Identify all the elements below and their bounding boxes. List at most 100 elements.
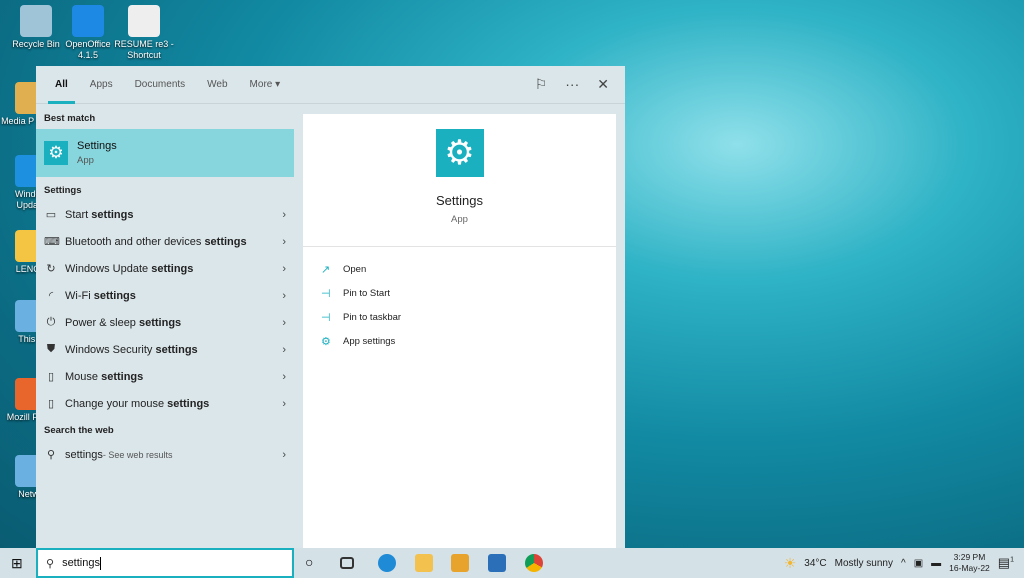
setting-icon: ▭	[45, 209, 57, 221]
setting-icon: ◜	[48, 290, 54, 302]
meet-now-icon[interactable]: ▣	[914, 558, 923, 569]
result-label: Change your mouse	[65, 397, 168, 410]
weather-icon: ☀	[783, 554, 797, 571]
settings-result[interactable]: ▭ Start settings ›	[36, 201, 294, 228]
action-label: Pin to taskbar	[343, 311, 402, 323]
action-pin-to-taskbar[interactable]: ⊣ Pin to taskbar	[303, 305, 616, 329]
desktop-icon-label: OpenOffice 4.1.5	[65, 39, 111, 60]
time: 3:29 PM	[953, 552, 986, 562]
tab-more[interactable]: More ▾	[239, 66, 292, 104]
result-label-bold: settings	[93, 289, 136, 302]
chevron-right-icon[interactable]: ›	[282, 290, 286, 302]
tab-documents[interactable]: Documents	[124, 66, 197, 104]
desktop-icon[interactable]: OpenOffice 4.1.5	[57, 5, 119, 61]
weather-text[interactable]: Mostly sunny	[835, 558, 893, 569]
web-search-result[interactable]: ⚲ settings - See web results ›	[36, 441, 294, 468]
settings-result[interactable]: ⛊ Windows Security settings ›	[36, 336, 294, 363]
taskbar-search-input[interactable]: ⚲ settings	[36, 548, 294, 578]
result-label: Wi-Fi	[65, 289, 94, 302]
result-label: Windows Security	[65, 343, 156, 356]
result-label: Power & sleep	[65, 316, 139, 329]
feedback-icon[interactable]: ⚐	[535, 76, 548, 93]
tab-web[interactable]: Web	[196, 66, 238, 104]
result-label-bold: settings	[101, 370, 144, 383]
tab-all[interactable]: All	[44, 66, 79, 104]
chevron-right-icon[interactable]: ›	[282, 209, 286, 221]
result-label: Start	[65, 208, 92, 221]
chevron-right-icon[interactable]: ›	[282, 263, 286, 275]
preview-type: App	[451, 214, 468, 225]
file-explorer-icon[interactable]	[415, 554, 433, 572]
search-icon: ⚲	[46, 557, 55, 570]
battery-icon[interactable]: ▬	[931, 558, 941, 569]
settings-result[interactable]: ⏻ Power & sleep settings ›	[36, 309, 294, 336]
setting-icon: ↻	[46, 263, 56, 275]
settings-header: Settings	[44, 185, 82, 196]
search-value: settings	[62, 557, 100, 569]
close-icon[interactable]: ✕	[597, 76, 609, 93]
setting-icon: ⌨	[44, 236, 60, 248]
weather-temp[interactable]: 34°C	[804, 558, 826, 569]
action-label: Open	[343, 263, 367, 275]
settings-result[interactable]: ▯ Change your mouse settings ›	[36, 390, 294, 417]
chevron-right-icon[interactable]: ›	[282, 371, 286, 383]
action-open[interactable]: ↗ Open	[303, 257, 616, 281]
result-label-bold: settings	[138, 316, 182, 329]
desktop-app-icon	[72, 5, 104, 37]
task-view-icon[interactable]	[340, 557, 354, 569]
settings-result[interactable]: ⌨ Bluetooth and other devices settings ›	[36, 228, 294, 255]
notification-icon[interactable]: ▤1	[998, 555, 1014, 571]
preview-name: Settings	[436, 193, 483, 208]
result-label-bold: settings	[167, 397, 210, 410]
result-label-bold: settings	[204, 235, 247, 248]
setting-icon: ▯	[47, 371, 55, 383]
best-match-header: Best match	[44, 113, 96, 124]
result-label: Windows Update	[65, 262, 152, 275]
chevron-up-icon[interactable]: ^	[901, 558, 906, 569]
desktop-icon[interactable]: RESUME re3 - Shortcut	[113, 5, 175, 61]
chevron-right-icon[interactable]: ›	[282, 344, 286, 356]
result-label-bold: settings	[151, 262, 194, 275]
cortana-icon[interactable]: ○	[305, 554, 313, 570]
desktop-app-icon	[20, 5, 52, 37]
search-icon: ⚲	[46, 449, 56, 461]
chevron-right-icon[interactable]: ›	[282, 398, 286, 410]
preview-pane: ⚙ Settings App ↗ Open ⊣ Pin to Start ⊣ Pin to…	[303, 114, 616, 548]
action-app-settings[interactable]: ⚙ App settings	[303, 329, 616, 353]
result-label: Bluetooth and other devices	[65, 235, 205, 248]
tab-apps[interactable]: Apps	[79, 66, 124, 104]
action-label: App settings	[343, 335, 396, 347]
notification-count: 1	[1010, 556, 1014, 564]
more-options-icon[interactable]: ···	[565, 76, 579, 93]
action-icon: ⚙	[321, 335, 331, 348]
setting-icon: ▯	[47, 398, 55, 410]
search-tabs: All Apps Documents Web More ▾ ⚐ ··· ✕	[36, 66, 625, 104]
clock[interactable]: 3:29 PM 16-May-22	[949, 552, 990, 574]
best-match-type: App	[77, 155, 94, 166]
results-list: Best match ⚙ Settings App Settings ▭ Star…	[36, 105, 294, 548]
action-icon: ↗	[321, 263, 331, 276]
windows-start-icon[interactable]: ⊞	[11, 555, 23, 572]
action-icon: ⊣	[321, 311, 331, 324]
desktop-app-icon	[128, 5, 160, 37]
chevron-right-icon[interactable]: ›	[282, 317, 286, 329]
date: 16-May-22	[949, 563, 990, 573]
result-label-bold: settings	[91, 208, 134, 221]
edge-icon[interactable]	[378, 554, 396, 572]
chevron-right-icon[interactable]: ›	[282, 449, 286, 461]
setting-icon: ⛊	[46, 343, 56, 355]
result-label-bold: settings	[155, 343, 198, 356]
settings-result[interactable]: ◜ Wi-Fi settings ›	[36, 282, 294, 309]
media-player-icon[interactable]	[451, 554, 469, 572]
web-suffix: - See web results	[102, 449, 173, 460]
chrome-icon[interactable]	[525, 554, 543, 572]
best-match-settings[interactable]: ⚙ Settings App	[36, 129, 294, 177]
taskbar: ⊞ ⚲ settings ○ ☀ 34°C Mostly sunny ^ ▣ ▬…	[0, 548, 1024, 578]
desktop-icon-label: RESUME re3 - Shortcut	[114, 39, 174, 60]
settings-gear-icon: ⚙	[435, 129, 484, 177]
store-icon[interactable]	[488, 554, 506, 572]
settings-result[interactable]: ▯ Mouse settings ›	[36, 363, 294, 390]
action-pin-to-start[interactable]: ⊣ Pin to Start	[303, 281, 616, 305]
chevron-right-icon[interactable]: ›	[282, 236, 286, 248]
settings-result[interactable]: ↻ Windows Update settings ›	[36, 255, 294, 282]
